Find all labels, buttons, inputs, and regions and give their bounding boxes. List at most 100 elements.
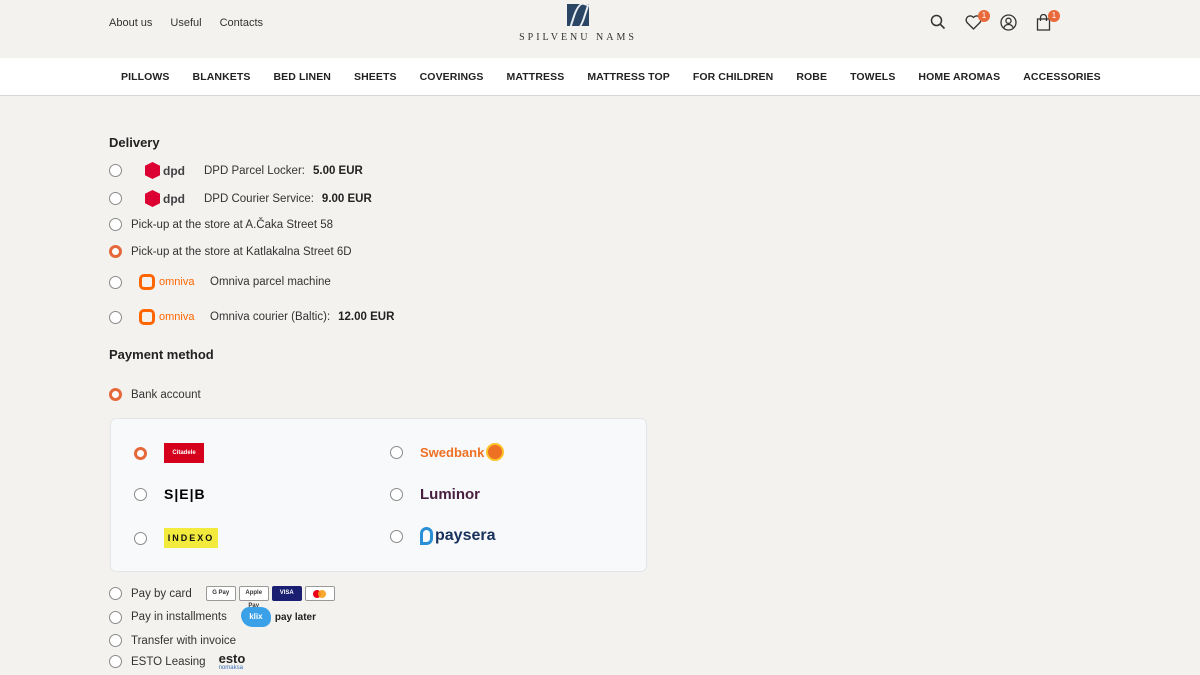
search-icon	[930, 14, 946, 30]
nav-item-pillows[interactable]: PILLOWS	[121, 71, 170, 83]
nav-item-robe[interactable]: ROBE	[796, 71, 827, 83]
dpd-cube-icon	[145, 190, 160, 207]
payment-radio-invoice[interactable]	[109, 634, 122, 647]
delivery-option-label: Pick-up at the store at A.Čaka Street 58	[131, 218, 333, 231]
bank-radio-seb[interactable]	[134, 487, 147, 501]
nav-item-bed-linen[interactable]: BED LINEN	[274, 71, 332, 83]
delivery-option-dpd-parcel-locker[interactable]: dpd DPD Parcel Locker: 5.00 EUR	[109, 162, 363, 179]
nav-item-sheets[interactable]: SHEETS	[354, 71, 397, 83]
main-nav: PILLOWS BLANKETS BED LINEN SHEETS COVERI…	[0, 58, 1200, 96]
delivery-option-price: 9.00 EUR	[321, 192, 372, 205]
indexo-logo: INDEXO	[164, 528, 218, 548]
payment-option-esto[interactable]: ESTO Leasing esto nomaksa	[109, 652, 245, 671]
delivery-option-label: Pick-up at the store at Katlakalna Stree…	[131, 245, 352, 258]
bank-radio-citadele-selected[interactable]	[134, 446, 147, 460]
wishlist-button[interactable]: 1	[964, 10, 990, 32]
delivery-option-omniva-courier[interactable]: omniva Omniva courier (Baltic): 12.00 EU…	[109, 309, 394, 325]
payment-option-installments[interactable]: Pay in installments klix pay later	[109, 607, 316, 627]
nav-item-mattress[interactable]: MATTRESS	[507, 71, 565, 83]
nav-item-towels[interactable]: TOWELS	[850, 71, 895, 83]
bank-radio-swedbank[interactable]	[390, 445, 403, 459]
contacts-link[interactable]: Contacts	[220, 17, 263, 29]
user-icon	[999, 13, 1017, 31]
delivery-option-omniva-parcel[interactable]: omniva Omniva parcel machine	[109, 274, 331, 290]
delivery-option-pickup-caka[interactable]: Pick-up at the store at A.Čaka Street 58	[109, 218, 333, 231]
nav-item-blankets[interactable]: BLANKETS	[193, 71, 251, 83]
delivery-option-dpd-courier[interactable]: dpd DPD Courier Service: 9.00 EUR	[109, 190, 372, 207]
payment-option-label: Transfer with invoice	[131, 634, 237, 647]
delivery-option-pickup-katlakalna[interactable]: Pick-up at the store at Katlakalna Stree…	[109, 245, 352, 258]
bank-option-paysera[interactable]: paysera	[390, 527, 496, 545]
about-us-link[interactable]: About us	[109, 17, 152, 29]
delivery-radio-2[interactable]	[109, 218, 122, 231]
search-button[interactable]	[929, 12, 947, 32]
payment-option-label: Pay in installments	[131, 611, 227, 623]
apple-pay-icon: Apple Pay	[238, 586, 269, 609]
bank-option-swedbank[interactable]: Swedbank	[390, 443, 505, 461]
nav-item-coverings[interactable]: COVERINGS	[420, 71, 484, 83]
account-button[interactable]	[999, 12, 1017, 32]
nav-item-accessories[interactable]: ACCESSORIES	[1023, 71, 1101, 83]
delivery-option-label: Omniva courier (Baltic):	[210, 311, 331, 323]
bank-radio-paysera[interactable]	[390, 529, 403, 543]
wishlist-count-badge: 1	[978, 10, 990, 22]
cart-button[interactable]: 1	[1034, 10, 1060, 32]
delivery-radio-0[interactable]	[109, 164, 122, 177]
top-links: About us Useful Contacts	[109, 17, 263, 29]
header-icons: 1 1	[929, 10, 1060, 32]
nav-item-mattress-top[interactable]: MATTRESS TOP	[587, 71, 669, 83]
bank-option-citadele[interactable]: Citadele	[134, 443, 204, 463]
payment-radio-installments[interactable]	[109, 610, 122, 624]
nav-item-home-aromas[interactable]: HOME AROMAS	[918, 71, 1000, 83]
nav-item-for-children[interactable]: FOR CHILDREN	[693, 71, 774, 83]
dpd-cube-icon	[145, 162, 160, 179]
bank-option-indexo[interactable]: INDEXO	[134, 528, 218, 548]
delivery-option-price: 5.00 EUR	[312, 164, 363, 177]
klix-icon: klix	[240, 607, 271, 627]
bank-option-luminor[interactable]: Luminor	[390, 486, 480, 503]
luminor-logo: Luminor	[420, 486, 480, 503]
delivery-radio-4[interactable]	[109, 275, 122, 289]
swedbank-oak-icon	[486, 443, 505, 461]
payment-option-invoice[interactable]: Transfer with invoice	[109, 634, 236, 647]
citadele-logo: Citadele	[164, 443, 204, 463]
visa-icon: VISA	[271, 586, 302, 601]
bank-radio-indexo[interactable]	[134, 531, 147, 545]
top-bar: About us Useful Contacts SPILVENU NAMS 1…	[0, 0, 1200, 58]
useful-link[interactable]: Useful	[170, 17, 201, 29]
google-pay-icon: G Pay	[205, 586, 236, 601]
swedbank-logo: Swedbank	[420, 443, 505, 461]
omniva-ring-icon	[139, 309, 155, 325]
omniva-ring-icon	[139, 274, 155, 290]
delivery-radio-1[interactable]	[109, 192, 122, 205]
payment-option-card[interactable]: Pay by card G Pay Apple Pay VISA	[109, 586, 335, 609]
payment-option-label: ESTO Leasing	[131, 655, 206, 668]
delivery-option-label: DPD Parcel Locker:	[204, 164, 305, 177]
dpd-logo: dpd	[145, 190, 195, 207]
payment-option-label: Bank account	[131, 388, 201, 401]
bank-radio-luminor[interactable]	[390, 488, 403, 501]
card-icons: G Pay Apple Pay VISA	[205, 586, 335, 609]
payment-radio-bank-selected[interactable]	[109, 388, 122, 401]
payment-radio-card[interactable]	[109, 587, 122, 600]
payment-option-bank-account[interactable]: Bank account	[109, 388, 201, 401]
bank-option-seb[interactable]: S|E|B	[134, 486, 206, 502]
payment-option-label: Pay by card	[131, 587, 192, 600]
esto-logo: esto nomaksa	[218, 651, 246, 671]
delivery-option-price: 12.00 EUR	[338, 311, 395, 323]
brand-name: SPILVENU NAMS	[519, 32, 637, 43]
mastercard-icon	[304, 586, 335, 601]
bank-selection-panel: Citadele Swedbank S|E|B Luminor INDEXO p…	[110, 418, 647, 572]
site-logo[interactable]: SPILVENU NAMS	[516, 4, 640, 43]
delivery-radio-5[interactable]	[109, 310, 122, 324]
cart-count-badge: 1	[1048, 10, 1060, 22]
dpd-logo: dpd	[145, 162, 195, 179]
logo-mark-icon	[567, 4, 589, 26]
seb-logo: S|E|B	[164, 486, 206, 502]
delivery-radio-3-selected[interactable]	[109, 245, 122, 258]
paysera-logo: paysera	[420, 527, 496, 545]
payment-title: Payment method	[109, 347, 214, 362]
paysera-p-icon	[420, 527, 433, 545]
payment-radio-esto[interactable]	[109, 655, 122, 668]
omniva-logo: omniva	[139, 309, 201, 325]
